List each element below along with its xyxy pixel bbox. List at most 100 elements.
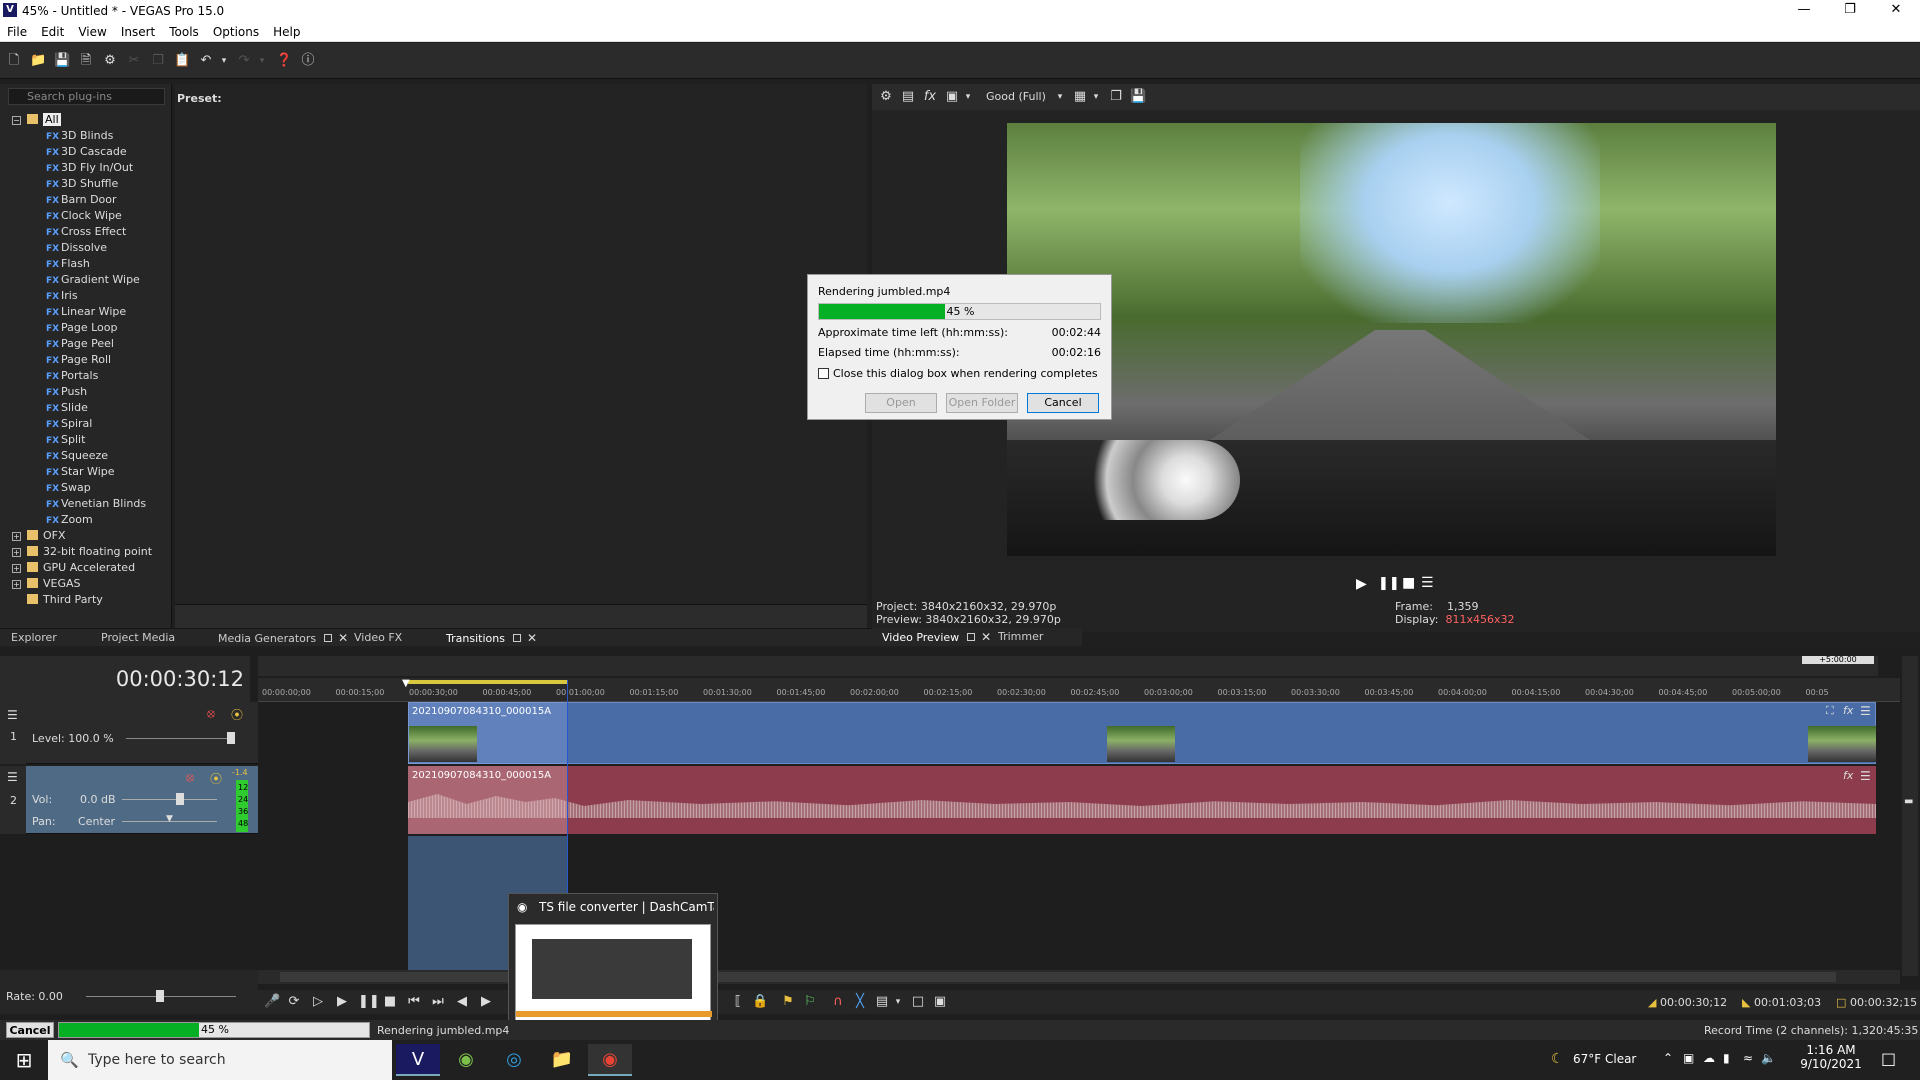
weather-text[interactable]: 67°F Clear: [1573, 1052, 1636, 1066]
tree-group-third-party[interactable]: Third Party: [27, 592, 199, 608]
tree-root-all[interactable]: − All: [12, 112, 184, 128]
menu-options[interactable]: Options: [206, 22, 266, 39]
lock-icon[interactable]: 🔒: [752, 994, 768, 1010]
cancel-render-button[interactable]: Cancel: [1027, 393, 1099, 413]
go-to-end-icon[interactable]: ⏭: [430, 994, 446, 1010]
menu-file[interactable]: File: [0, 22, 34, 39]
split-screen-icon[interactable]: ▣: [944, 89, 960, 105]
vegas-taskbar-icon[interactable]: V: [396, 1044, 440, 1076]
restore-button[interactable]: ❐: [1827, 0, 1873, 22]
windows-start-icon[interactable]: ⊞: [0, 1040, 48, 1080]
record-icon[interactable]: 🎤: [264, 994, 280, 1010]
undock-icon[interactable]: [967, 633, 976, 641]
pan-crop-icon[interactable]: ⛶: [1826, 704, 1834, 718]
ripple-mode-icon[interactable]: ▤: [874, 994, 890, 1010]
save-snapshot-icon[interactable]: 💾: [1130, 89, 1146, 105]
redo-history-chevron-icon[interactable]: ▾: [254, 53, 270, 69]
tab-video-preview[interactable]: Video Preview ✕: [882, 630, 991, 644]
playhead-icon[interactable]: ▼: [402, 678, 410, 689]
minimize-button[interactable]: —: [1781, 0, 1827, 22]
ripple-chevron-down-icon[interactable]: ▾: [890, 994, 906, 1010]
checkbox-box[interactable]: [818, 368, 829, 379]
selection-tool-icon[interactable]: □: [910, 994, 926, 1010]
wifi-icon[interactable]: ≈: [1743, 1051, 1753, 1065]
rate-slider-handle[interactable]: [156, 990, 164, 1002]
region-icon[interactable]: ⚐: [802, 994, 818, 1010]
plugin-search-input[interactable]: Search plug-ins: [8, 88, 165, 105]
chrome-taskbar-icon[interactable]: ◉: [588, 1044, 632, 1076]
loop-icon[interactable]: ⟳: [286, 994, 302, 1010]
open-folder-icon[interactable]: 📁: [30, 53, 46, 69]
open-folder-button[interactable]: Open Folder: [946, 393, 1018, 413]
expand-icon[interactable]: +: [12, 564, 21, 573]
go-to-start-icon[interactable]: ⏮: [406, 994, 422, 1010]
track-height-icon[interactable]: ▬: [1904, 796, 1913, 807]
tree-group-gpu[interactable]: + GPU Accelerated: [12, 560, 184, 576]
tree-group-ofx[interactable]: + OFX: [12, 528, 184, 544]
tree-group-32bit[interactable]: +32-bit floating point: [12, 544, 184, 560]
save-icon[interactable]: 💾: [54, 53, 70, 69]
video-fx-icon[interactable]: fx: [922, 89, 938, 105]
paste-icon[interactable]: 📋: [174, 53, 190, 69]
snapping-icon[interactable]: ⟦: [730, 994, 746, 1010]
close-window-button[interactable]: ✕: [1873, 0, 1919, 22]
properties-gear-icon[interactable]: ⚙: [102, 53, 118, 69]
undo-icon[interactable]: ↶: [198, 53, 214, 69]
tab-explorer[interactable]: Explorer: [11, 631, 57, 644]
help-icon[interactable]: ⓘ: [300, 53, 316, 69]
timeline-horizontal-scrollbar[interactable]: [258, 970, 1900, 984]
play-icon[interactable]: ▶: [1356, 576, 1367, 592]
tab-media-generators[interactable]: Media Generators ✕: [218, 631, 348, 645]
loop-region-bar[interactable]: [408, 680, 568, 684]
overlays-chevron-down-icon[interactable]: ▾: [1088, 89, 1104, 105]
menu-help[interactable]: Help: [266, 22, 307, 39]
tray-chevron-up-icon[interactable]: ⌃: [1663, 1051, 1673, 1065]
event-fx-icon[interactable]: fx: [1843, 704, 1853, 717]
whats-this-icon[interactable]: ❓: [276, 53, 292, 69]
split-chevron-down-icon[interactable]: ▾: [960, 89, 976, 105]
open-button[interactable]: Open: [865, 393, 937, 413]
taskbar-search-input[interactable]: Type here to search: [48, 1040, 392, 1080]
marker-icon[interactable]: ⚑: [780, 994, 796, 1010]
pause-icon[interactable]: ❚❚: [358, 994, 380, 1010]
solo-icon[interactable]: ⦿: [210, 770, 222, 787]
tree-group-vegas[interactable]: + VEGAS: [12, 576, 184, 592]
timeline-overview-bar[interactable]: [258, 656, 1878, 676]
magnet-icon[interactable]: ∩: [830, 994, 846, 1010]
vertical-scrollbar[interactable]: [1902, 656, 1918, 976]
expand-icon[interactable]: +: [12, 532, 21, 541]
envelope-tool-icon[interactable]: ▣: [932, 994, 948, 1010]
new-icon[interactable]: 🗋: [6, 53, 22, 69]
close-tab-icon[interactable]: ✕: [338, 631, 348, 645]
undock-icon[interactable]: [512, 634, 521, 642]
solo-icon[interactable]: ⦿: [231, 706, 243, 723]
edge-taskbar-icon[interactable]: ◎: [492, 1044, 536, 1076]
track-menu-icon[interactable]: ☰: [7, 770, 18, 784]
preview-quality-dropdown[interactable]: Good (Full): [986, 90, 1046, 103]
event-fx-icon[interactable]: fx: [1843, 769, 1853, 782]
level-slider-handle[interactable]: [227, 732, 235, 744]
close-tab-icon[interactable]: ✕: [527, 631, 537, 645]
copy-icon[interactable]: ❐: [150, 53, 166, 69]
next-frame-icon[interactable]: ▶: [478, 994, 494, 1010]
copy-snapshot-icon[interactable]: ❐: [1108, 89, 1124, 105]
tab-transitions[interactable]: Transitions ✕: [446, 631, 537, 645]
status-cancel-button[interactable]: Cancel: [6, 1022, 54, 1038]
stop-icon[interactable]: ■: [382, 994, 398, 1010]
menu-insert[interactable]: Insert: [114, 22, 162, 39]
quality-chevron-down-icon[interactable]: ▾: [1052, 89, 1068, 105]
onedrive-icon[interactable]: ☁: [1703, 1051, 1715, 1065]
menu-icon[interactable]: ☰: [1421, 575, 1434, 591]
expand-icon[interactable]: +: [12, 548, 21, 557]
vol-slider[interactable]: [122, 799, 217, 800]
menu-view[interactable]: View: [71, 22, 113, 39]
render-as-icon[interactable]: 🗎: [78, 53, 94, 69]
pan-slider-handle[interactable]: ▼: [166, 814, 173, 824]
taskbar-hover-preview[interactable]: ◉ TS file converter | DashCamTalk...: [508, 893, 718, 1033]
android-taskbar-icon[interactable]: ◉: [444, 1044, 488, 1076]
track-menu-icon[interactable]: ☰: [7, 708, 18, 722]
event-menu-icon[interactable]: ☰: [1860, 704, 1871, 718]
overlays-grid-icon[interactable]: ▦: [1072, 89, 1088, 105]
battery-icon[interactable]: ▮: [1723, 1051, 1730, 1065]
undo-history-chevron-icon[interactable]: ▾: [216, 53, 232, 69]
